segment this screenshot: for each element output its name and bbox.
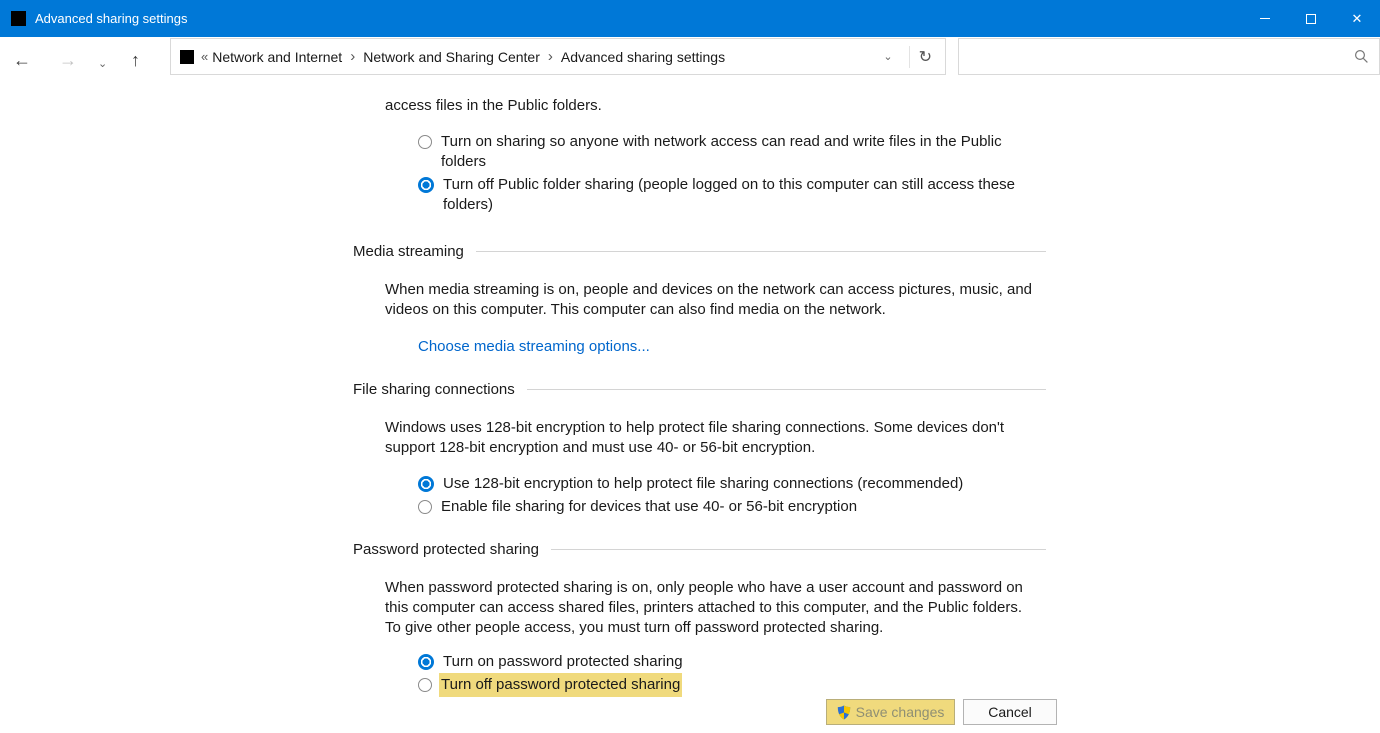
password-protected-description: When password protected sharing is on, o… [385,578,1037,638]
password-protected-options: Turn on password protected sharing Turn … [418,652,1380,695]
settings-content: access files in the Public folders. Turn… [0,92,1380,698]
radio-enable-40-56-bit-encryption[interactable]: Enable file sharing for devices that use… [418,497,1380,517]
radio-icon[interactable] [418,135,432,149]
cancel-label: Cancel [988,704,1032,720]
folder-icon[interactable] [180,50,194,64]
section-file-sharing-connections: File sharing connections [353,379,1046,399]
forward-button[interactable]: → [59,50,77,71]
radio-icon[interactable] [418,654,434,670]
media-streaming-description: When media streaming is on, people and d… [385,280,1037,320]
back-button[interactable]: ← [13,50,31,71]
app-icon[interactable] [11,11,26,26]
breadcrumb-item-advanced-sharing-settings[interactable]: Advanced sharing settings [561,49,725,65]
breadcrumb-overflow-icon[interactable]: « [201,49,208,64]
radio-turn-off-password-protected-sharing[interactable]: Turn off password protected sharing [418,675,1380,695]
maximize-icon [1306,14,1316,24]
section-title: Password protected sharing [353,541,539,558]
radio-icon[interactable] [418,500,432,514]
search-icon [1354,49,1369,64]
section-media-streaming: Media streaming [353,241,1046,261]
window-title: Advanced sharing settings [35,11,1242,26]
save-changes-label: Save changes [856,704,945,720]
divider [551,549,1046,550]
radio-icon[interactable] [418,476,434,492]
radio-turn-on-public-folder-sharing[interactable]: Turn on sharing so anyone with network a… [418,132,1380,172]
window-controls: ✕ [1242,0,1380,37]
section-title: Media streaming [353,243,464,260]
cancel-button[interactable]: Cancel [963,699,1057,725]
radio-turn-off-public-folder-sharing[interactable]: Turn off Public folder sharing (people l… [418,175,1380,215]
navigation-bar: ← → ⌄ ↑ « Network and Internet › Network… [0,37,1380,92]
file-sharing-options: Use 128-bit encryption to help protect f… [418,474,1380,517]
up-button[interactable]: ↑ [131,50,140,71]
close-icon: ✕ [1352,12,1363,25]
breadcrumb-separator-icon: › [548,48,553,65]
uac-shield-icon [837,705,851,720]
public-folders-description-clipped: access files in the Public folders. [385,96,1380,116]
section-password-protected-sharing: Password protected sharing [353,539,1046,559]
section-title: File sharing connections [353,381,515,398]
save-changes-button[interactable]: Save changes [826,699,955,725]
refresh-icon[interactable]: ↻ [919,47,932,67]
radio-turn-on-password-protected-sharing[interactable]: Turn on password protected sharing [418,652,1380,672]
breadcrumb-separator-icon: › [350,48,355,65]
minimize-icon [1260,18,1270,19]
title-bar: Advanced sharing settings ✕ [0,0,1380,37]
choose-media-streaming-options-link[interactable]: Choose media streaming options... [418,338,650,355]
public-folder-sharing-options: Turn on sharing so anyone with network a… [418,132,1380,215]
maximize-button[interactable] [1288,0,1334,37]
recent-pages-dropdown-icon[interactable]: ⌄ [98,57,107,70]
minimize-button[interactable] [1242,0,1288,37]
close-button[interactable]: ✕ [1334,0,1380,37]
divider [909,46,910,68]
divider [527,389,1046,390]
footer-actions: Save changes Cancel [826,699,1057,725]
radio-icon[interactable] [418,678,432,692]
breadcrumb-item-network-and-internet[interactable]: Network and Internet [212,49,342,65]
search-box [958,38,1380,75]
file-sharing-description: Windows uses 128-bit encryption to help … [385,418,1037,458]
breadcrumb: « Network and Internet › Network and Sha… [170,38,946,75]
radio-use-128-bit-encryption[interactable]: Use 128-bit encryption to help protect f… [418,474,1380,494]
search-input[interactable] [959,39,1354,74]
radio-icon[interactable] [418,177,434,193]
address-dropdown-icon[interactable]: ⌄ [883,50,892,63]
divider [476,251,1046,252]
breadcrumb-item-network-and-sharing-center[interactable]: Network and Sharing Center [363,49,540,65]
